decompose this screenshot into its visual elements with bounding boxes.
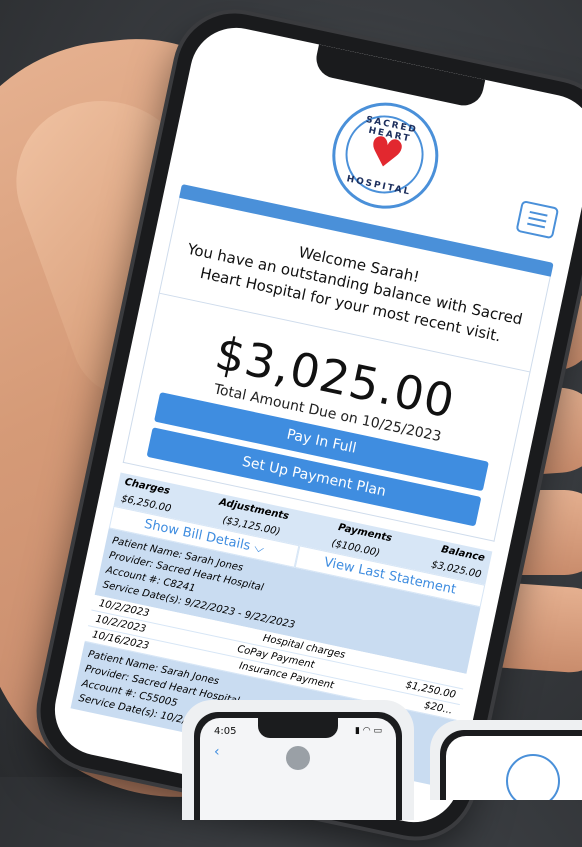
secondary-phone-screen: 4:05 ▮ ◠ ▭ ‹ bbox=[200, 718, 396, 820]
tertiary-phone-body bbox=[440, 730, 582, 800]
main-content: Welcome Sarah! You have an outstanding b… bbox=[70, 183, 554, 788]
hamburger-icon bbox=[528, 216, 547, 223]
menu-button[interactable] bbox=[515, 200, 560, 240]
tertiary-phone-screen bbox=[446, 736, 582, 800]
avatar bbox=[286, 746, 310, 770]
hamburger-icon bbox=[529, 210, 548, 217]
secondary-phone-body: 4:05 ▮ ◠ ▭ ‹ bbox=[194, 712, 402, 820]
hospital-logo: SACRED HEART ♥ HOSPITAL bbox=[322, 92, 449, 219]
hospital-logo-small bbox=[506, 754, 560, 800]
tertiary-phone bbox=[430, 720, 582, 800]
secondary-phone-notch bbox=[258, 718, 338, 738]
status-time: 4:05 bbox=[214, 726, 237, 737]
back-chevron-icon[interactable]: ‹ bbox=[214, 744, 220, 760]
hamburger-icon bbox=[527, 222, 546, 229]
phone-notch bbox=[312, 44, 486, 110]
status-icons: ▮ ◠ ▭ bbox=[354, 726, 382, 736]
secondary-phone: 4:05 ▮ ◠ ▭ ‹ bbox=[182, 700, 414, 820]
chevron-down-icon: ⌵ bbox=[252, 539, 266, 557]
